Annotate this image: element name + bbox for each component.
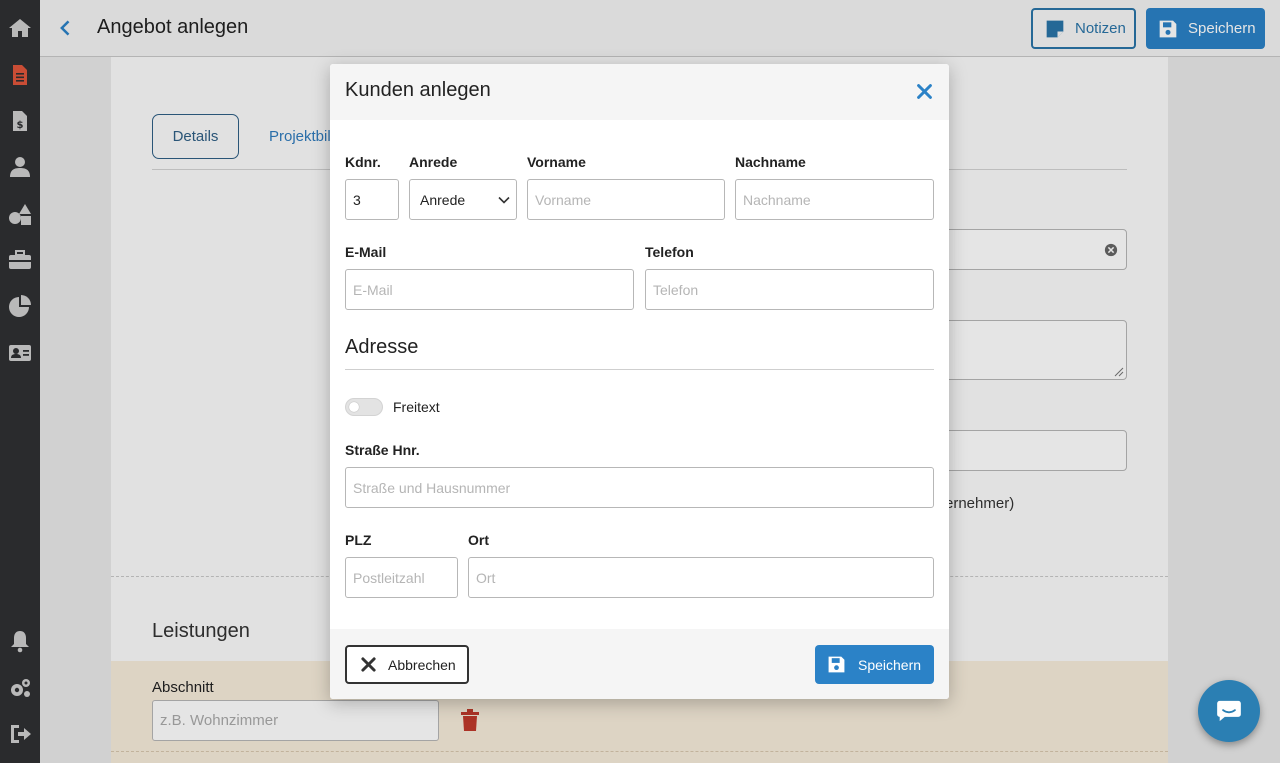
- telefon-label: Telefon: [645, 244, 694, 260]
- plz-label: PLZ: [345, 532, 372, 548]
- kdnr-label: Kdnr.: [345, 154, 381, 170]
- modal-header: Kunden anlegen: [330, 64, 949, 120]
- nachname-input[interactable]: Nachname: [735, 179, 934, 220]
- telefon-input[interactable]: Telefon: [645, 269, 934, 310]
- modal-title: Kunden anlegen: [345, 79, 491, 101]
- close-icon[interactable]: [913, 80, 935, 102]
- chat-button[interactable]: [1198, 680, 1260, 742]
- vorname-label: Vorname: [527, 154, 586, 170]
- strasse-input[interactable]: Straße und Hausnummer: [345, 467, 934, 508]
- freitext-label: Freitext: [393, 399, 440, 415]
- anrede-selected: Anrede: [420, 191, 466, 208]
- freitext-toggle[interactable]: [345, 398, 383, 416]
- nachname-label: Nachname: [735, 154, 806, 170]
- ort-input[interactable]: Ort: [468, 557, 934, 598]
- kdnr-input[interactable]: 3: [345, 179, 399, 220]
- cancel-button-label: Abbrechen: [388, 656, 456, 673]
- address-divider: [345, 369, 934, 370]
- modal-save-button[interactable]: Speichern: [815, 645, 934, 684]
- email-label: E-Mail: [345, 244, 387, 260]
- ort-label: Ort: [468, 532, 489, 548]
- create-customer-modal: Kunden anlegen Kdnr. 3 Anrede Anrede Vor…: [330, 64, 949, 699]
- modal-footer: Abbrechen Speichern: [330, 629, 949, 699]
- strasse-label: Straße Hnr.: [345, 442, 420, 458]
- chevron-down-icon: [498, 196, 510, 204]
- toggle-knob: [349, 402, 359, 412]
- anrede-select[interactable]: Anrede: [409, 179, 517, 220]
- anrede-label: Anrede: [409, 154, 458, 170]
- vorname-input[interactable]: Vorname: [527, 179, 725, 220]
- chat-icon: [1217, 700, 1241, 722]
- plz-input[interactable]: Postleitzahl: [345, 557, 458, 598]
- floppy-disk-icon: [828, 656, 845, 673]
- modal-save-label: Speichern: [858, 656, 922, 673]
- close-icon: [361, 657, 376, 672]
- email-input[interactable]: E-Mail: [345, 269, 634, 310]
- cancel-button[interactable]: Abbrechen: [345, 645, 469, 684]
- address-section-title: Adresse: [345, 336, 419, 358]
